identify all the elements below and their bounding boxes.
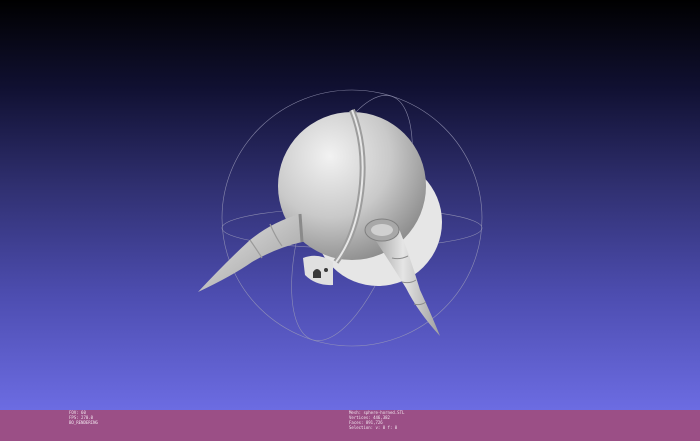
- mesh-info: Mesh: sphere-horned.STL Vertices: 446,38…: [349, 410, 404, 430]
- horn-left: [198, 214, 302, 292]
- scene-canvas[interactable]: [0, 0, 700, 410]
- render-mode-text: BO_RENDERING: [69, 420, 98, 425]
- selection-text: Selection: v: 0 f: 0: [349, 425, 398, 430]
- 3d-viewport[interactable]: [0, 0, 700, 410]
- meshlab-window: FOV: 60 FPS: 270.0 BO_RENDERING Mesh: sp…: [0, 0, 700, 441]
- render-info: FOV: 60 FPS: 270.0 BO_RENDERING: [69, 410, 98, 425]
- mesh-model[interactable]: [198, 108, 442, 336]
